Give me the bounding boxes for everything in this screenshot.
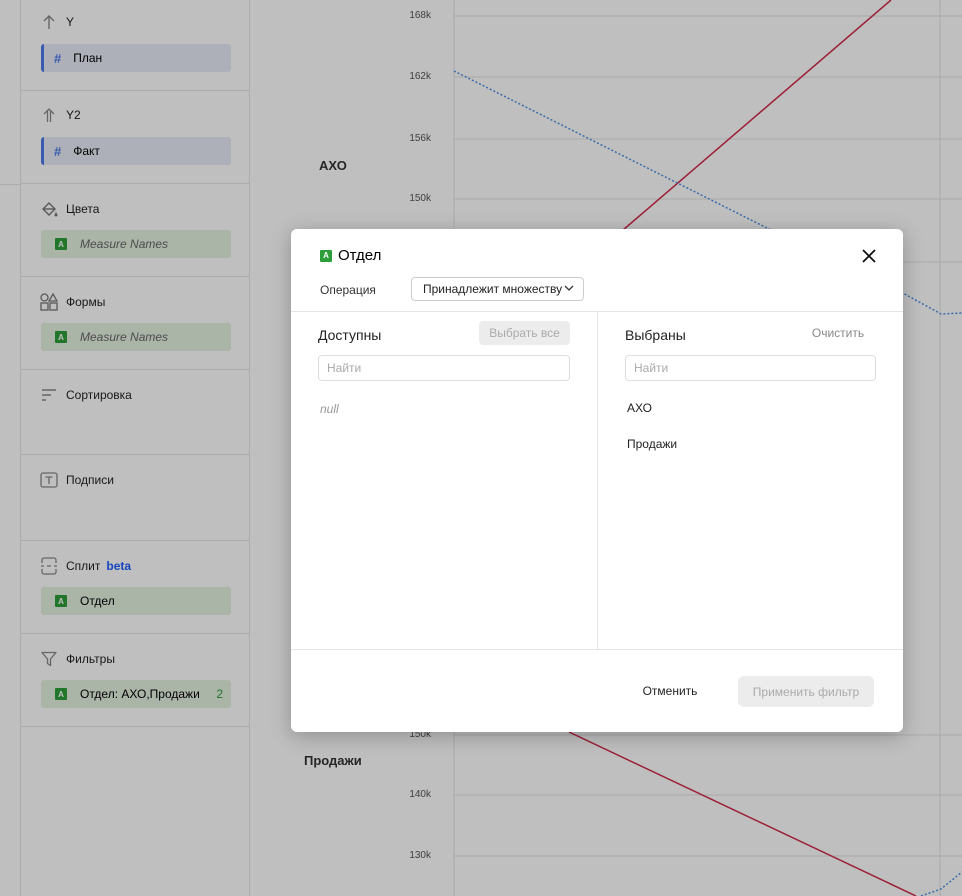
selected-title: Выбраны bbox=[625, 327, 686, 343]
close-icon[interactable] bbox=[861, 249, 877, 265]
chevron-down-icon bbox=[564, 285, 574, 291]
operation-label: Операция bbox=[320, 283, 376, 297]
selected-list-item[interactable]: Продажи bbox=[627, 437, 677, 451]
dialog-title: A Отдел bbox=[320, 247, 381, 264]
string-type-icon: A bbox=[320, 249, 332, 262]
divider bbox=[597, 312, 598, 649]
operation-select[interactable]: Принадлежит множеству bbox=[411, 277, 584, 301]
filter-dialog: A Отдел Операция Принадлежит множеству Д… bbox=[291, 229, 903, 732]
divider bbox=[291, 649, 903, 650]
available-title: Доступны bbox=[318, 327, 382, 343]
selected-search-input[interactable] bbox=[625, 355, 876, 381]
apply-filter-button[interactable]: Применить фильтр bbox=[738, 676, 874, 707]
clear-button[interactable]: Очистить bbox=[803, 321, 873, 345]
available-list-item[interactable]: null bbox=[320, 402, 339, 416]
cancel-button[interactable]: Отменить bbox=[631, 676, 709, 706]
operation-value: Принадлежит множеству bbox=[423, 282, 563, 296]
dialog-title-text: Отдел bbox=[338, 247, 382, 264]
selected-list-item[interactable]: АХО bbox=[627, 401, 652, 415]
select-all-button[interactable]: Выбрать все bbox=[479, 321, 570, 345]
available-search-input[interactable] bbox=[318, 355, 570, 381]
